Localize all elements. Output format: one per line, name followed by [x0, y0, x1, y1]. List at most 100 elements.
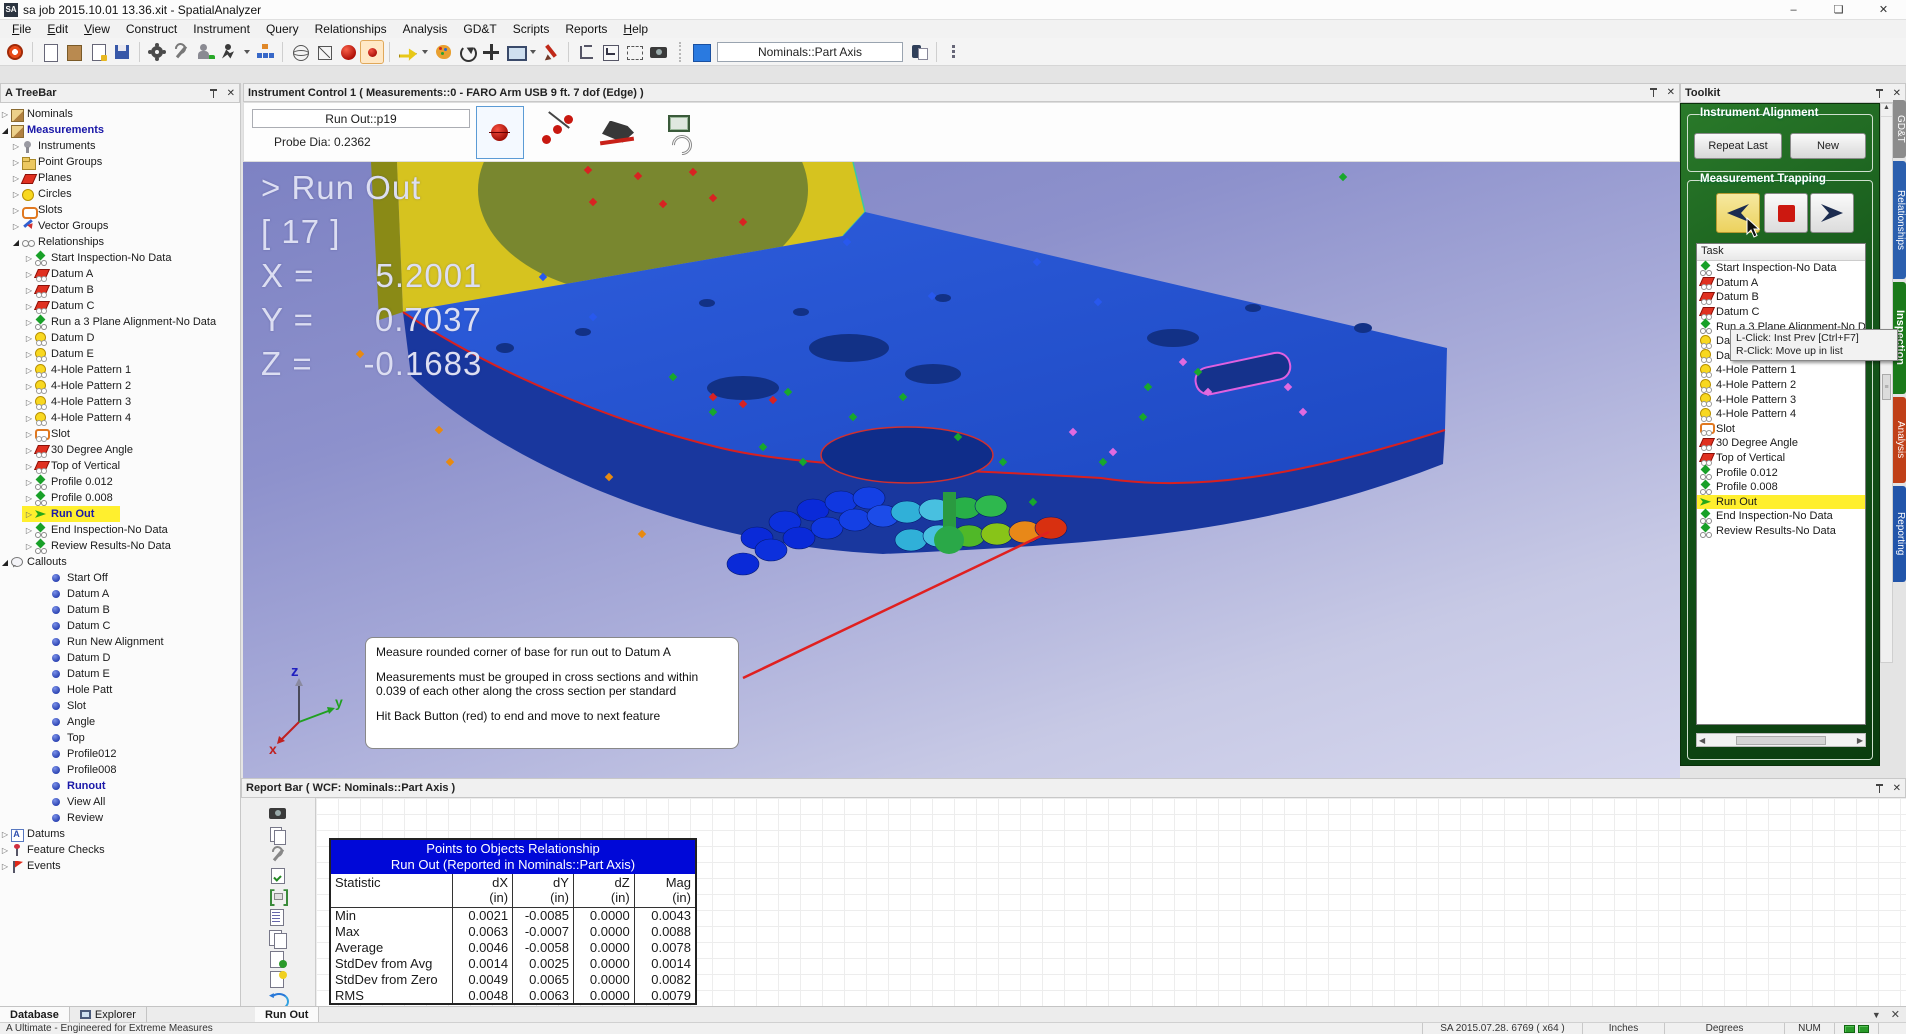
tree-item[interactable]: Slot — [1697, 422, 1865, 437]
expand-icon[interactable] — [24, 366, 34, 375]
tree-item[interactable]: 4-Hole Pattern 4 — [0, 410, 240, 426]
close-button[interactable]: ✕ — [1861, 0, 1906, 19]
sa-logo-icon[interactable] — [4, 41, 26, 63]
tree-item[interactable]: Datum E — [0, 666, 240, 682]
tree-item[interactable]: Datum C — [0, 298, 240, 314]
side-tab-reporting[interactable]: Reporting — [1893, 486, 1906, 582]
new-doc-icon[interactable] — [39, 41, 61, 63]
collapse-icon[interactable] — [0, 558, 10, 567]
expand-icon[interactable] — [24, 254, 34, 263]
expand-icon[interactable] — [24, 302, 34, 311]
palette-icon[interactable] — [432, 41, 454, 63]
tree-item[interactable]: Profile 0.008 — [1697, 480, 1865, 495]
tree-item[interactable]: Datum D — [0, 650, 240, 666]
expand-icon[interactable] — [11, 158, 21, 167]
tree-item[interactable]: 4-Hole Pattern 1 — [1697, 363, 1865, 378]
tree-item[interactable]: Profile 0.012 — [1697, 465, 1865, 480]
expand-icon[interactable] — [24, 334, 34, 343]
tab-explorer[interactable]: Explorer — [70, 1007, 147, 1022]
side-tab-relationships[interactable]: Relationships — [1893, 161, 1906, 279]
expand-icon[interactable] — [24, 542, 34, 551]
close-icon[interactable]: ✕ — [1891, 1008, 1900, 1021]
tree-item[interactable]: Measurements — [0, 122, 240, 138]
tree-item[interactable]: Datum C — [0, 618, 240, 634]
tree-item[interactable]: Nominals — [0, 106, 240, 122]
tree-item[interactable]: Top — [0, 730, 240, 746]
tree-item[interactable]: Review — [0, 810, 240, 826]
tree-item[interactable]: Datum B — [0, 602, 240, 618]
doc3-icon[interactable] — [268, 950, 288, 965]
wrench-icon[interactable] — [268, 846, 288, 861]
restore-button[interactable]: ❏ — [1816, 0, 1861, 19]
menu-item-help[interactable]: Help — [615, 21, 656, 37]
tree-item[interactable]: Run Out — [0, 506, 240, 522]
close-icon[interactable]: ✕ — [1667, 87, 1675, 98]
tree-item[interactable]: Runout — [0, 778, 240, 794]
tree-item[interactable]: Vector Groups — [0, 218, 240, 234]
close-icon[interactable]: ✕ — [1893, 88, 1901, 99]
tree-item[interactable]: Angle — [0, 714, 240, 730]
expand-icon[interactable] — [24, 446, 34, 455]
tree-item[interactable]: 4-Hole Pattern 4 — [1697, 407, 1865, 422]
repeat-last-button[interactable]: Repeat Last — [1694, 133, 1782, 159]
gear-icon[interactable] — [146, 41, 168, 63]
menu-item-construct[interactable]: Construct — [118, 21, 185, 37]
tree-item[interactable]: Start Off — [0, 570, 240, 586]
collapse-icon[interactable] — [0, 126, 10, 135]
tree-item[interactable]: End Inspection-No Data — [0, 522, 240, 538]
overflow-icon[interactable] — [943, 41, 965, 63]
camera-icon[interactable] — [647, 41, 669, 63]
trap-stop-button[interactable] — [1764, 193, 1808, 233]
tab-run-out-report[interactable]: Run Out — [255, 1007, 319, 1022]
point-red-icon[interactable] — [361, 41, 383, 63]
tree-item[interactable]: 4-Hole Pattern 2 — [0, 378, 240, 394]
user-report-icon[interactable] — [908, 41, 930, 63]
close-icon[interactable]: ✕ — [227, 88, 235, 99]
chevron-down-icon[interactable]: ▼ — [1872, 1010, 1881, 1020]
tree-item[interactable]: Datums — [0, 826, 240, 842]
tree-item[interactable]: Slot — [0, 426, 240, 442]
pin-icon[interactable] — [1874, 783, 1885, 794]
instrument-settings-button[interactable] — [654, 106, 702, 159]
open-doc-icon[interactable] — [63, 41, 85, 63]
tree-item[interactable]: Start Inspection-No Data — [0, 250, 240, 266]
menu-item-scripts[interactable]: Scripts — [505, 21, 558, 37]
expand-icon[interactable] — [24, 462, 34, 471]
tree-item[interactable]: Instruments — [0, 138, 240, 154]
pin-icon[interactable] — [1648, 87, 1659, 98]
side-tab-analysis[interactable]: Analysis — [1893, 397, 1906, 483]
close-icon[interactable]: ✕ — [1893, 783, 1901, 794]
pin-icon[interactable] — [1874, 88, 1885, 99]
status-angle-units[interactable]: Degrees — [1664, 1023, 1784, 1034]
new-alignment-button[interactable]: New — [1790, 133, 1866, 159]
single-point-mode-button[interactable] — [476, 106, 524, 159]
menu-item-query[interactable]: Query — [258, 21, 307, 37]
tree-item[interactable]: 4-Hole Pattern 1 — [0, 362, 240, 378]
tree-item[interactable]: Profile008 — [0, 762, 240, 778]
menu-item-gdt[interactable]: GD&T — [455, 21, 504, 37]
select-box-icon[interactable] — [623, 41, 645, 63]
tree-item[interactable]: Circles — [0, 186, 240, 202]
tree-item[interactable]: Review Results-No Data — [0, 538, 240, 554]
tree-item[interactable]: Planes — [0, 170, 240, 186]
tree-item[interactable]: Datum B — [0, 282, 240, 298]
camera-icon[interactable] — [268, 804, 288, 819]
tree-item[interactable]: Slot — [0, 698, 240, 714]
expand-icon[interactable] — [11, 190, 21, 199]
expand-icon[interactable] — [11, 142, 21, 151]
run-script-icon[interactable] — [218, 41, 240, 63]
expand-icon[interactable] — [11, 222, 21, 231]
expand-icon[interactable] — [24, 494, 34, 503]
tree-item[interactable]: 4-Hole Pattern 2 — [1697, 378, 1865, 393]
expand-icon[interactable] — [24, 414, 34, 423]
toolkit-vscrollbar[interactable]: ▲ ≡ — [1880, 103, 1893, 663]
doc4-icon[interactable] — [268, 970, 288, 985]
arrow-3d-icon[interactable] — [396, 41, 418, 63]
wcf-frame-combo[interactable]: Nominals::Part Axis — [717, 42, 903, 62]
sphere-red-icon[interactable] — [337, 41, 359, 63]
tree-item[interactable]: Top of Vertical — [0, 458, 240, 474]
enter-key-icon[interactable] — [599, 41, 621, 63]
expand-icon[interactable] — [24, 350, 34, 359]
box-wire-icon[interactable] — [313, 41, 335, 63]
menu-item-instrument[interactable]: Instrument — [185, 21, 258, 37]
